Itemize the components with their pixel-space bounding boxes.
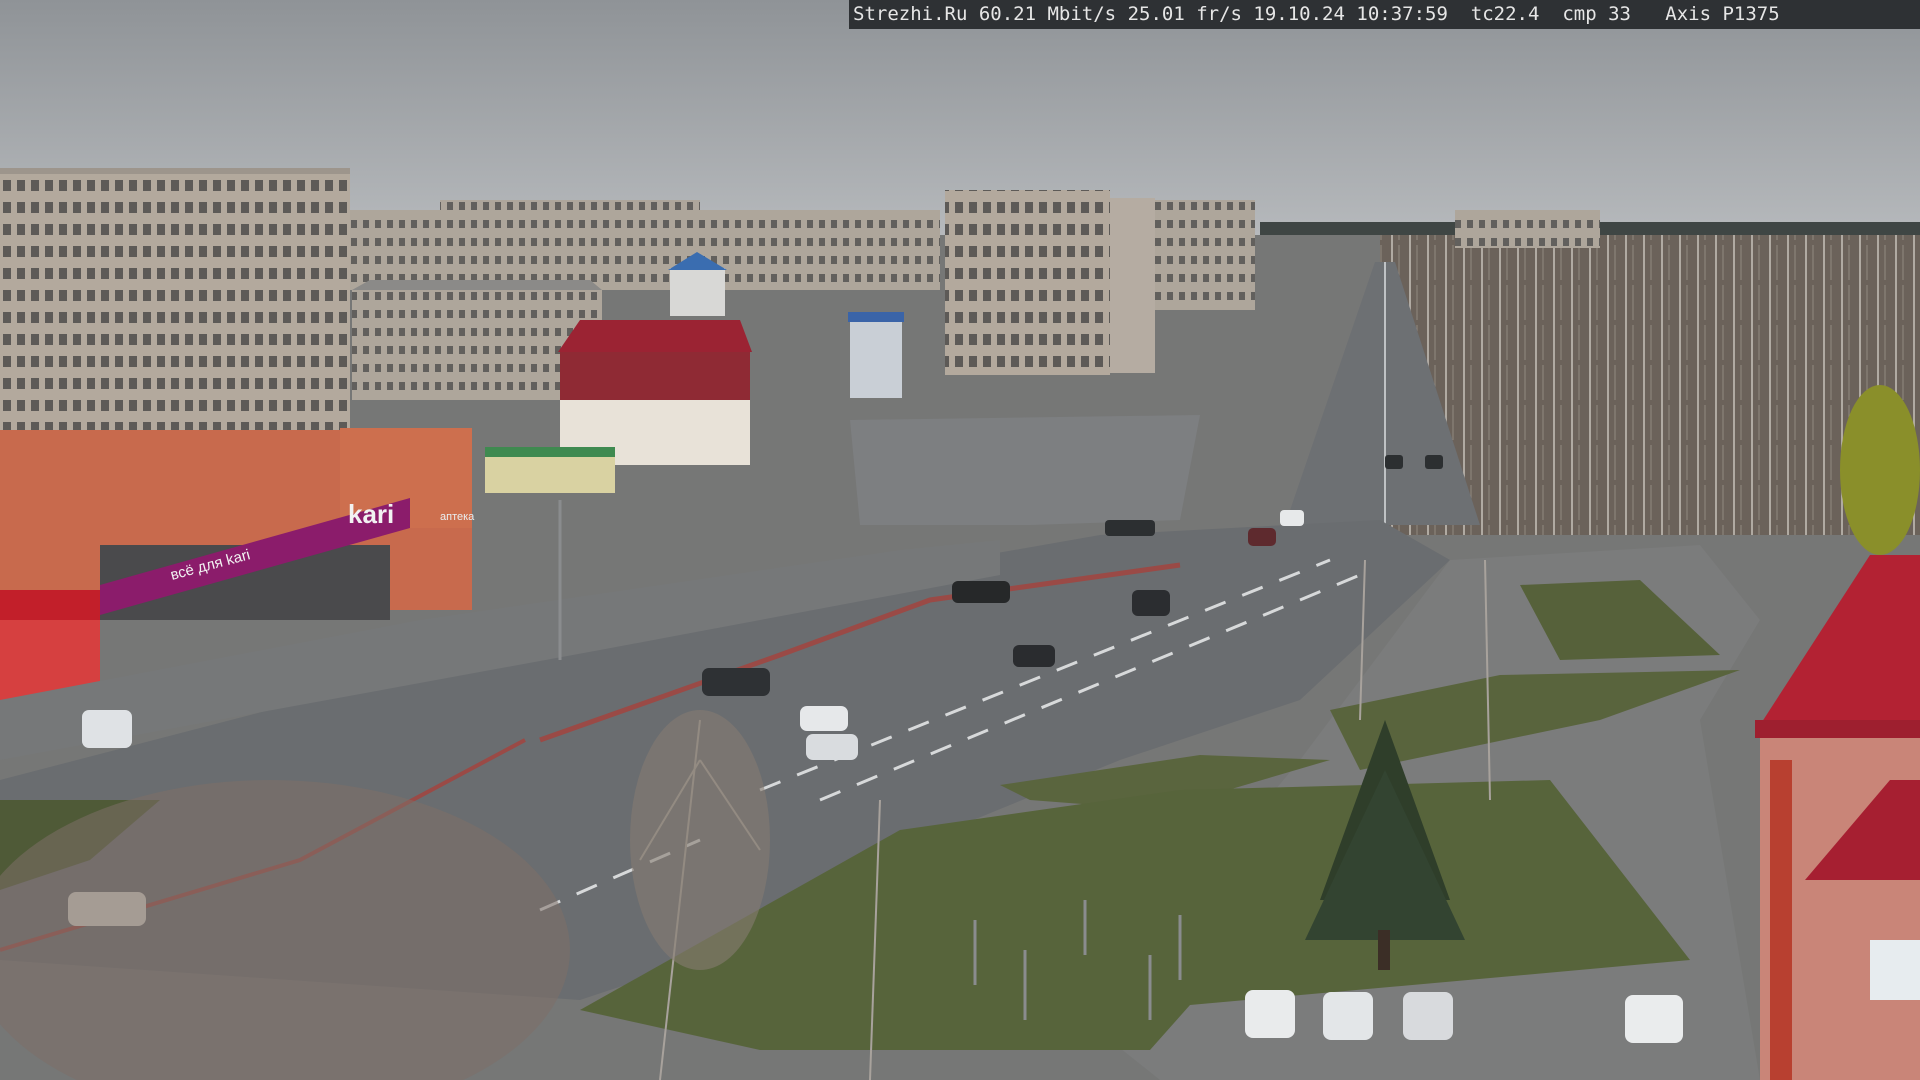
plaza bbox=[850, 415, 1200, 525]
red-roof bbox=[558, 320, 752, 352]
kiosk-roof bbox=[485, 447, 615, 457]
midrise-roof bbox=[352, 280, 602, 290]
kiosk bbox=[485, 455, 615, 493]
center-tower-2 bbox=[1110, 198, 1155, 373]
red-roof-upper-floor bbox=[560, 352, 750, 400]
store-red-corner-band bbox=[0, 590, 100, 620]
center-tower bbox=[945, 190, 1110, 375]
overlay-site: Strezhi.Ru bbox=[853, 3, 968, 25]
left-tower-roofline bbox=[0, 168, 350, 174]
overlay-framerate: 25.01 fr/s bbox=[1127, 3, 1242, 25]
blue-roof-2 bbox=[848, 312, 904, 322]
overlay-date: 19.10.24 bbox=[1253, 3, 1345, 25]
pharmacy-sign: аптека bbox=[440, 511, 475, 523]
blue-roof-building bbox=[670, 268, 725, 316]
autumn-tree bbox=[1840, 385, 1920, 555]
blue-roof-building-2 bbox=[850, 318, 902, 398]
overlay-tc: tc22.4 bbox=[1470, 3, 1540, 25]
store-brand-sign: kari bbox=[348, 499, 394, 529]
overlay-cmp: cmp 33 bbox=[1562, 3, 1631, 25]
right-building-window bbox=[1870, 940, 1920, 1000]
camera-overlay-bar: Strezhi.Ru 60.21 Mbit/s 25.01 fr/s 19.10… bbox=[849, 0, 1920, 29]
overlay-bitrate: 60.21 Mbit/s bbox=[978, 3, 1117, 25]
overlay-camera-model: Axis P1375 bbox=[1665, 3, 1780, 25]
right-building-eave bbox=[1755, 720, 1920, 738]
distant-building-left bbox=[440, 200, 700, 285]
center-tower-3 bbox=[1155, 200, 1255, 310]
bare-tree-crown bbox=[630, 710, 770, 970]
distant-building bbox=[1455, 210, 1600, 248]
webcam-scene: kari всё для kari аптека bbox=[0, 0, 1920, 1080]
overlay-time: 10:37:59 bbox=[1356, 3, 1448, 25]
right-building-sign bbox=[1770, 760, 1792, 1080]
